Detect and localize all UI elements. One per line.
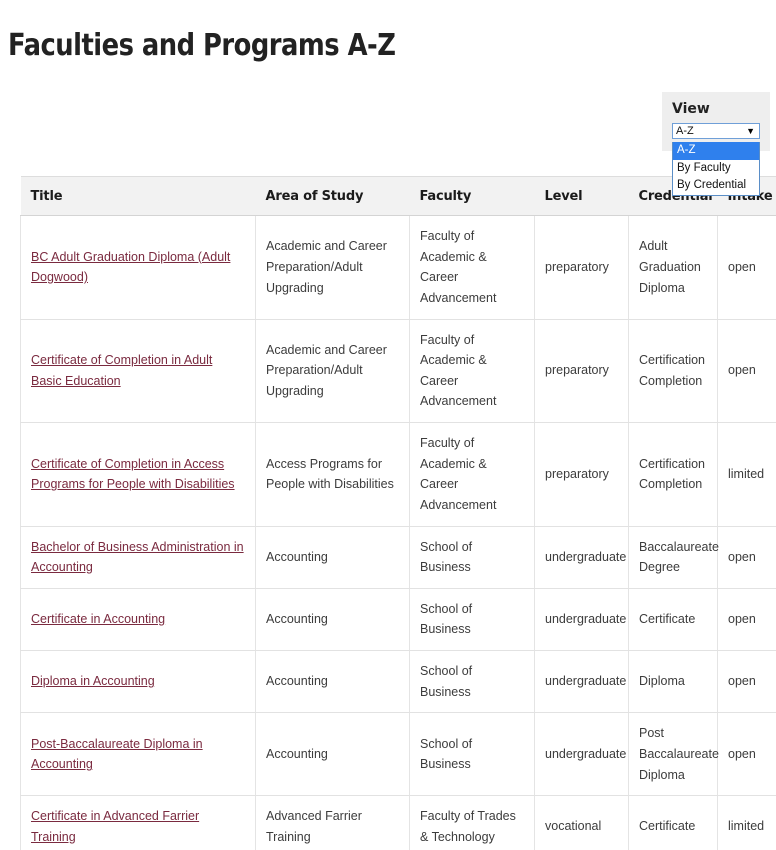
cell-faculty: Faculty of Academic & Career Advancement — [409, 422, 535, 527]
view-label: View — [672, 101, 710, 117]
program-link[interactable]: Certificate in Advanced Farrier Training — [31, 809, 199, 844]
cell-title: Bachelor of Business Administration in A… — [20, 525, 256, 589]
cell-faculty: School of Business — [409, 587, 535, 652]
cell-credential: Adult Graduation Diploma — [628, 215, 718, 320]
program-link[interactable]: Bachelor of Business Administration in A… — [31, 540, 244, 575]
table-header: Title Area of Study Faculty Level Creden… — [20, 176, 776, 216]
view-select-value: A-Z — [676, 125, 694, 137]
program-link[interactable]: Certificate in Accounting — [31, 612, 165, 626]
cell-intake: limited — [717, 422, 776, 527]
programs-table-container: Title Area of Study Faculty Level Creden… — [20, 176, 776, 850]
cell-intake: open — [717, 215, 776, 320]
cell-title: Certificate of Completion in Adult Basic… — [20, 318, 256, 423]
cell-intake: open — [717, 318, 776, 423]
cell-intake: open — [717, 649, 776, 714]
view-option-a-z[interactable]: A-Z — [673, 142, 759, 160]
cell-faculty: Faculty of Trades & Technology — [409, 795, 535, 850]
cell-area-of-study: Academic and Career Preparation/Adult Up… — [255, 215, 410, 320]
cell-level: preparatory — [534, 422, 629, 527]
cell-area-of-study: Accounting — [255, 649, 410, 714]
column-header-level: Level — [534, 176, 629, 216]
table-row: Certificate of Completion in Adult Basic… — [20, 318, 776, 423]
programs-table: Title Area of Study Faculty Level Creden… — [20, 176, 776, 850]
cell-faculty: School of Business — [409, 525, 535, 589]
table-header-row: Title Area of Study Faculty Level Creden… — [20, 176, 776, 216]
cell-level: undergraduate — [534, 649, 629, 714]
cell-faculty: Faculty of Academic & Career Advancement — [409, 215, 535, 320]
cell-level: preparatory — [534, 215, 629, 320]
column-header-area-of-study: Area of Study — [255, 176, 410, 216]
cell-level: undergraduate — [534, 587, 629, 652]
cell-level: vocational — [534, 795, 629, 850]
chevron-down-icon: ▼ — [746, 125, 755, 136]
table-row: Diploma in Accounting Accounting School of… — [20, 649, 776, 714]
cell-faculty: Faculty of Academic & Career Advancement — [409, 318, 535, 423]
cell-title: Certificate in Advanced Farrier Training — [20, 795, 256, 850]
table-row: Certificate in Accounting Accounting Schoo… — [20, 587, 776, 652]
cell-credential: Certificate — [628, 587, 718, 652]
program-link[interactable]: Post-Baccalaureate Diploma in Accounting — [31, 737, 203, 772]
cell-level: undergraduate — [534, 712, 629, 797]
program-link[interactable]: Certificate of Completion in Adult Basic… — [31, 353, 212, 388]
table-row: Post-Baccalaureate Diploma in Accounting… — [20, 712, 776, 797]
program-link[interactable]: BC Adult Graduation Diploma (Adult Dogwo… — [31, 250, 230, 285]
cell-credential: Certificate — [628, 795, 718, 850]
view-options-list[interactable]: A-Z By Faculty By Credential — [672, 142, 760, 196]
cell-faculty: School of Business — [409, 649, 535, 714]
cell-level: preparatory — [534, 318, 629, 423]
table-row: Certificate of Completion in Access Prog… — [20, 422, 776, 527]
table-row: BC Adult Graduation Diploma (Adult Dogwo… — [20, 215, 776, 320]
cell-area-of-study: Accounting — [255, 525, 410, 589]
cell-level: undergraduate — [534, 525, 629, 589]
page-title: Faculties and Programs A-Z — [8, 28, 396, 64]
cell-title: BC Adult Graduation Diploma (Adult Dogwo… — [20, 215, 256, 320]
cell-credential: Certification Completion — [628, 318, 718, 423]
table-body: BC Adult Graduation Diploma (Adult Dogwo… — [20, 215, 776, 850]
column-header-title: Title — [20, 176, 256, 216]
view-option-by-faculty[interactable]: By Faculty — [673, 160, 759, 178]
cell-intake: open — [717, 587, 776, 652]
column-header-faculty: Faculty — [409, 176, 535, 216]
cell-area-of-study: Advanced Farrier Training — [255, 795, 410, 850]
cell-intake: open — [717, 712, 776, 797]
cell-area-of-study: Accounting — [255, 587, 410, 652]
program-link[interactable]: Certificate of Completion in Access Prog… — [31, 457, 235, 492]
cell-faculty: School of Business — [409, 712, 535, 797]
cell-title: Post-Baccalaureate Diploma in Accounting — [20, 712, 256, 797]
page-root: Faculties and Programs A-Z View A-Z ▼ A-… — [0, 0, 776, 850]
cell-title: Diploma in Accounting — [20, 649, 256, 714]
cell-area-of-study: Accounting — [255, 712, 410, 797]
cell-title: Certificate in Accounting — [20, 587, 256, 652]
cell-area-of-study: Academic and Career Preparation/Adult Up… — [255, 318, 410, 423]
cell-credential: Post Baccalaureate Diploma — [628, 712, 719, 797]
cell-intake: limited — [717, 795, 776, 850]
table-row: Certificate in Advanced Farrier Training… — [20, 795, 776, 850]
cell-area-of-study: Access Programs for People with Disabili… — [255, 422, 410, 527]
cell-title: Certificate of Completion in Access Prog… — [20, 422, 256, 527]
view-select[interactable]: A-Z ▼ — [672, 123, 760, 139]
program-link[interactable]: Diploma in Accounting — [31, 674, 155, 688]
cell-intake: open — [717, 525, 776, 589]
cell-credential: Diploma — [628, 649, 718, 714]
table-row: Bachelor of Business Administration in A… — [20, 525, 776, 589]
cell-credential: Baccalaureate Degree — [628, 525, 719, 589]
view-option-by-credential[interactable]: By Credential — [673, 177, 759, 195]
cell-credential: Certification Completion — [628, 422, 718, 527]
